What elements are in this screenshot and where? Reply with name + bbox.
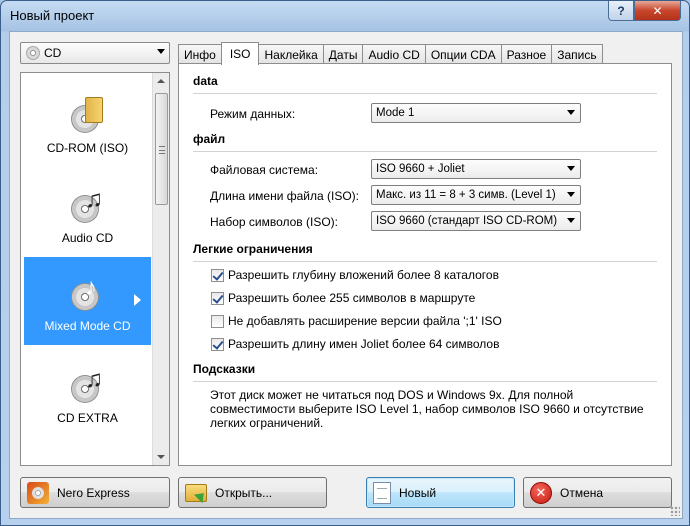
chevron-down-icon: [157, 49, 165, 54]
nero-express-button[interactable]: Nero Express: [20, 477, 170, 508]
settings-tabs: Инфо ISO Наклейка Даты Audio CD Опции CD…: [178, 42, 603, 65]
option-label: Разрешить длину имен Joliet более 64 сим…: [228, 337, 500, 351]
tab-info[interactable]: Инфо: [178, 44, 222, 64]
divider: [193, 93, 657, 94]
data-mode-label: Режим данных:: [210, 107, 296, 121]
close-icon: ✕: [652, 3, 663, 18]
filename-length-select[interactable]: Макс. из 11 = 8 + 3 симв. (Level 1): [371, 185, 581, 205]
button-label: Открыть...: [215, 485, 273, 500]
project-type-label: CD-ROM (ISO): [46, 141, 129, 155]
help-button[interactable]: ?: [608, 1, 634, 21]
tab-cda-options[interactable]: Опции CDA: [424, 44, 502, 64]
option-label: Разрешить глубину вложений более 8 катал…: [228, 268, 499, 282]
new-document-icon: [373, 481, 391, 504]
button-label: Nero Express: [57, 485, 130, 500]
tab-iso[interactable]: ISO: [220, 42, 260, 65]
option-label: Разрешить более 255 символов в маршруте: [228, 291, 476, 305]
project-type-label: CD EXTRA: [57, 411, 118, 425]
project-type-list[interactable]: CD-ROM (ISO) ♫ Audio CD ♪ Mixed Mode CD …: [20, 72, 170, 466]
chevron-down-icon: [567, 192, 575, 197]
cd-icon: [71, 461, 105, 465]
iso-tab-panel: data Режим данных: Mode 1 файл Файловая …: [178, 63, 672, 466]
project-type-label: Mixed Mode CD: [44, 319, 131, 333]
help-icon: ?: [617, 3, 625, 18]
project-type-cd-rom[interactable]: CD-ROM (ISO): [24, 79, 151, 167]
project-type-partial[interactable]: [24, 443, 151, 465]
new-project-window: Новый проект ? ✕ CD CD-ROM (ISO) ♫ Audio…: [0, 0, 690, 526]
window-title: Новый проект: [10, 8, 95, 23]
charset-label: Набор символов (ISO):: [210, 215, 339, 229]
filesystem-value: ISO 9660 + Joliet: [376, 163, 465, 175]
charset-select[interactable]: ISO 9660 (стандарт ISO CD-ROM): [371, 211, 581, 231]
project-type-cd-extra[interactable]: ♫ CD EXTRA: [24, 349, 151, 437]
option-no-version-ext[interactable]: Не добавлять расширение версии файла ';1…: [211, 314, 502, 328]
charset-value: ISO 9660 (стандарт ISO CD-ROM): [376, 215, 558, 227]
checkbox-checked[interactable]: [211, 268, 224, 282]
resize-grip[interactable]: [670, 506, 680, 516]
cancel-icon: ✕: [530, 481, 552, 504]
media-type-value: CD: [44, 46, 62, 60]
tab-burn[interactable]: Запись: [551, 44, 603, 64]
media-type-select[interactable]: CD: [20, 42, 170, 64]
checkbox-checked[interactable]: [211, 337, 224, 351]
option-dir-depth[interactable]: Разрешить глубину вложений более 8 катал…: [211, 268, 499, 282]
scroll-up-icon[interactable]: [157, 79, 165, 83]
checkbox-unchecked[interactable]: [211, 314, 224, 328]
button-label: Отмена: [560, 485, 604, 500]
checkbox-checked[interactable]: [211, 291, 224, 305]
chevron-down-icon: [567, 110, 575, 115]
close-button[interactable]: ✕: [634, 1, 681, 21]
tab-label[interactable]: Наклейка: [258, 44, 324, 64]
section-relax-title: Легкие ограничения: [193, 242, 313, 256]
filename-length-value: Макс. из 11 = 8 + 3 симв. (Level 1): [376, 189, 556, 201]
nero-express-icon: [27, 481, 49, 504]
title-bar[interactable]: Новый проект ? ✕: [1, 1, 689, 31]
cd-music-icon: ♫: [71, 187, 105, 223]
section-file-title: файл: [193, 132, 226, 146]
scroll-thumb[interactable]: [155, 93, 168, 205]
cd-mixed-icon: ♪: [71, 275, 105, 311]
divider: [193, 151, 657, 152]
tab-audio-cd[interactable]: Audio CD: [362, 44, 426, 64]
hint-text: Этот диск может не читаться под DOS и Wi…: [210, 388, 644, 430]
filename-length-label: Длина имени файла (ISO):: [210, 189, 360, 203]
filesystem-select[interactable]: ISO 9660 + Joliet: [371, 159, 581, 179]
open-button[interactable]: Открыть...: [178, 477, 327, 508]
list-scrollbar[interactable]: [152, 73, 169, 465]
option-label: Не добавлять расширение версии файла ';1…: [228, 314, 502, 328]
project-type-audio-cd[interactable]: ♫ Audio CD: [24, 169, 151, 257]
option-joliet-length[interactable]: Разрешить длину имен Joliet более 64 сим…: [211, 337, 499, 351]
new-button[interactable]: Новый: [366, 477, 515, 508]
open-folder-icon: [185, 483, 207, 502]
divider: [193, 381, 657, 382]
data-mode-value: Mode 1: [376, 107, 415, 119]
scroll-down-icon[interactable]: [157, 455, 165, 459]
disc-icon: [26, 46, 40, 60]
button-label: Новый: [399, 485, 437, 500]
tab-dates[interactable]: Даты: [322, 44, 364, 64]
divider: [193, 261, 657, 262]
filesystem-label: Файловая система:: [210, 163, 319, 177]
dialog-body: CD CD-ROM (ISO) ♫ Audio CD ♪ Mixed Mode …: [9, 31, 683, 519]
cd-extra-icon: ♫: [71, 367, 105, 403]
chevron-down-icon: [567, 218, 575, 223]
chevron-down-icon: [567, 166, 575, 171]
section-hints-title: Подсказки: [193, 362, 256, 376]
cd-folder-icon: [71, 97, 105, 133]
project-type-mixed-mode-cd[interactable]: ♪ Mixed Mode CD: [24, 257, 151, 345]
tab-misc[interactable]: Разное: [500, 44, 553, 64]
option-path-length[interactable]: Разрешить более 255 символов в маршруте: [211, 291, 475, 305]
selection-arrow-icon: [134, 294, 141, 306]
cancel-button[interactable]: ✕ Отмена: [523, 477, 672, 508]
section-data-title: data: [193, 74, 218, 88]
data-mode-select[interactable]: Mode 1: [371, 103, 581, 123]
project-type-label: Audio CD: [61, 231, 114, 245]
